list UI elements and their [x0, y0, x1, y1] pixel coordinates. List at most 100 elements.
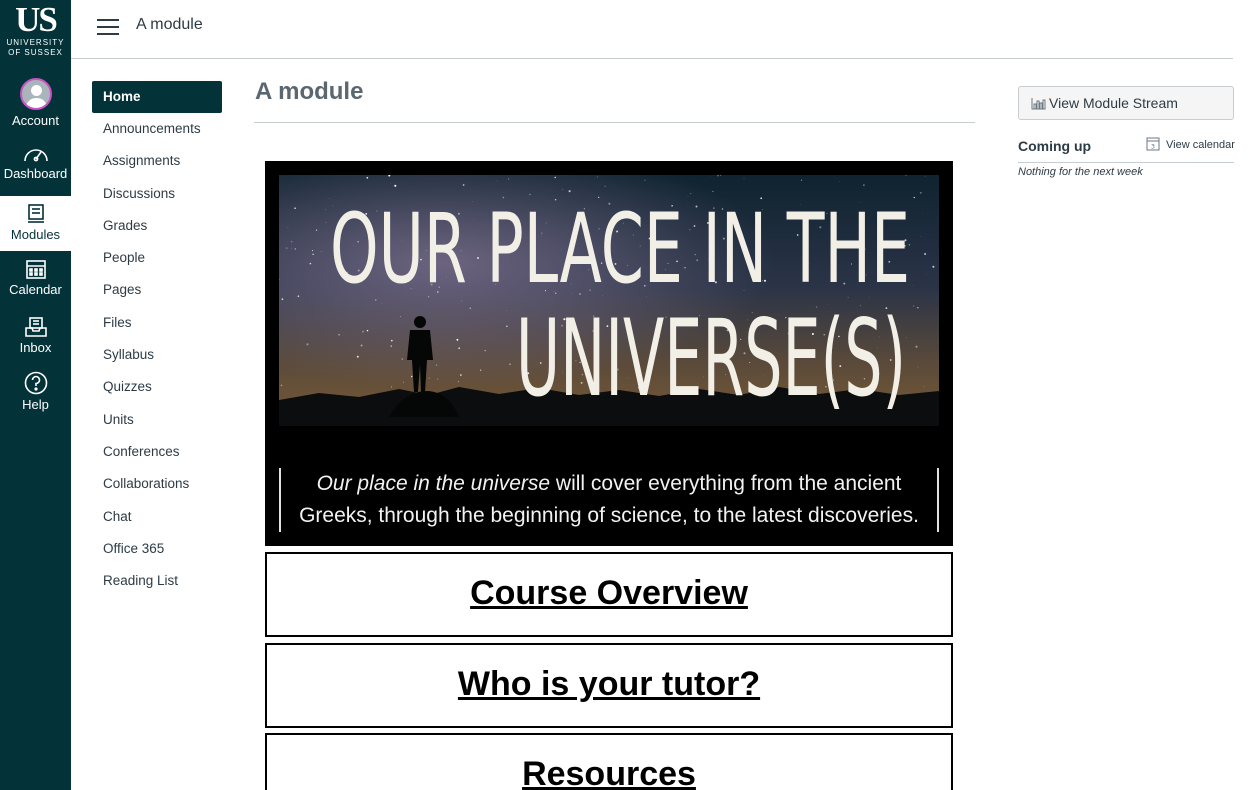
quote-line-2: Greeks, through the beginning of science…	[299, 504, 919, 527]
hamburger-menu-button[interactable]	[97, 19, 119, 35]
nav-calendar[interactable]: Calendar	[0, 258, 71, 306]
star	[285, 247, 288, 249]
star	[479, 369, 482, 371]
coming-up-heading: Coming up	[1018, 138, 1092, 154]
banner-image: OUR PLACE IN THE UNIVERSE(S)	[279, 175, 939, 426]
view-calendar-link[interactable]: 3 View calendar	[1146, 136, 1235, 151]
star	[312, 253, 314, 255]
star	[320, 251, 322, 252]
star	[441, 336, 443, 338]
course-nav-reading-list[interactable]: Reading List	[92, 565, 222, 597]
inbox-icon	[24, 317, 47, 337]
course-nav-assignments[interactable]: Assignments	[92, 145, 222, 177]
nav-dashboard[interactable]: Dashboard	[0, 144, 71, 192]
menu-bar-1	[97, 19, 119, 21]
star	[506, 310, 507, 311]
course-nav-conferences[interactable]: Conferences	[92, 436, 222, 468]
course-nav-files[interactable]: Files	[92, 307, 222, 339]
view-module-stream-button[interactable]: View Module Stream	[1018, 86, 1234, 120]
star	[484, 349, 486, 352]
star	[390, 345, 392, 347]
star	[312, 250, 314, 252]
star	[496, 180, 498, 182]
tutor-box: Who is your tutor?	[265, 643, 953, 728]
star	[917, 307, 919, 309]
quote-italic: Our place in the universe	[316, 472, 551, 495]
nav-help[interactable]: Help	[0, 371, 71, 419]
star	[457, 380, 459, 383]
star	[338, 333, 340, 336]
breadcrumb[interactable]: A module	[136, 16, 203, 34]
course-nav-collaborations[interactable]: Collaborations	[92, 468, 222, 500]
nav-modules[interactable]: Modules	[0, 196, 71, 251]
star	[366, 329, 369, 332]
resources-link[interactable]: Resources	[522, 755, 696, 790]
star	[281, 298, 284, 301]
star	[410, 375, 413, 378]
star	[291, 247, 293, 249]
modules-icon	[27, 204, 44, 223]
university-logo[interactable]: US UNIVERSITY OF SUSSEX	[0, 0, 71, 66]
star	[356, 355, 359, 358]
course-banner: OUR PLACE IN THE UNIVERSE(S) Our place i…	[265, 161, 953, 546]
course-nav-quizzes[interactable]: Quizzes	[92, 371, 222, 403]
star	[390, 182, 391, 184]
nav-account-label: Account	[12, 113, 59, 128]
star	[921, 212, 923, 214]
star	[917, 366, 919, 368]
resources-box: Resources	[265, 733, 953, 790]
star	[402, 381, 404, 383]
star	[913, 196, 915, 199]
course-nav-chat[interactable]: Chat	[92, 501, 222, 533]
course-nav-grades[interactable]: Grades	[92, 210, 222, 242]
star	[923, 386, 925, 387]
course-nav-announcements[interactable]: Announcements	[92, 113, 222, 145]
star	[743, 177, 745, 179]
star	[390, 386, 393, 388]
star	[460, 374, 462, 376]
star	[428, 377, 430, 379]
view-calendar-label: View calendar	[1166, 139, 1235, 151]
course-overview-box: Course Overview	[265, 552, 953, 637]
star	[717, 175, 719, 177]
course-nav-office-365[interactable]: Office 365	[92, 533, 222, 565]
star	[919, 191, 922, 194]
top-header: A module	[71, 0, 1233, 59]
star	[920, 236, 922, 237]
logo-line-2: OF SUSSEX	[8, 48, 63, 57]
star	[863, 184, 865, 186]
star	[720, 175, 721, 176]
logo-line-1: UNIVERSITY	[6, 38, 65, 47]
menu-bar-2	[97, 26, 119, 28]
page-title: A module	[255, 78, 364, 105]
star	[309, 262, 312, 265]
course-overview-link[interactable]: Course Overview	[470, 574, 748, 612]
star	[315, 229, 318, 231]
course-nav-people[interactable]: People	[92, 242, 222, 274]
star	[390, 339, 393, 342]
coming-up-empty-text: Nothing for the next week	[1018, 166, 1143, 178]
help-icon	[24, 371, 47, 395]
avatar	[19, 78, 52, 110]
course-nav-discussions[interactable]: Discussions	[92, 178, 222, 210]
star	[924, 253, 926, 255]
star	[915, 345, 918, 348]
star	[287, 227, 289, 229]
stream-chart-icon	[1031, 98, 1046, 110]
stream-button-label: View Module Stream	[1049, 95, 1178, 111]
course-nav-syllabus[interactable]: Syllabus	[92, 339, 222, 371]
star	[294, 207, 296, 210]
star	[360, 344, 363, 347]
nav-inbox[interactable]: Inbox	[0, 316, 71, 364]
nav-account[interactable]: Account	[0, 74, 71, 130]
star	[506, 325, 508, 327]
course-nav-home[interactable]: Home	[92, 81, 222, 113]
course-nav-units[interactable]: Units	[92, 404, 222, 436]
banner-title-line-1: OUR PLACE IN THE	[330, 193, 910, 305]
tutor-link[interactable]: Who is your tutor?	[458, 665, 760, 703]
star	[329, 364, 331, 365]
global-nav: US UNIVERSITY OF SUSSEX Account Dashboar…	[0, 0, 71, 790]
course-nav-pages[interactable]: Pages	[92, 274, 222, 306]
star	[401, 358, 403, 360]
nav-dashboard-label: Dashboard	[3, 166, 68, 181]
